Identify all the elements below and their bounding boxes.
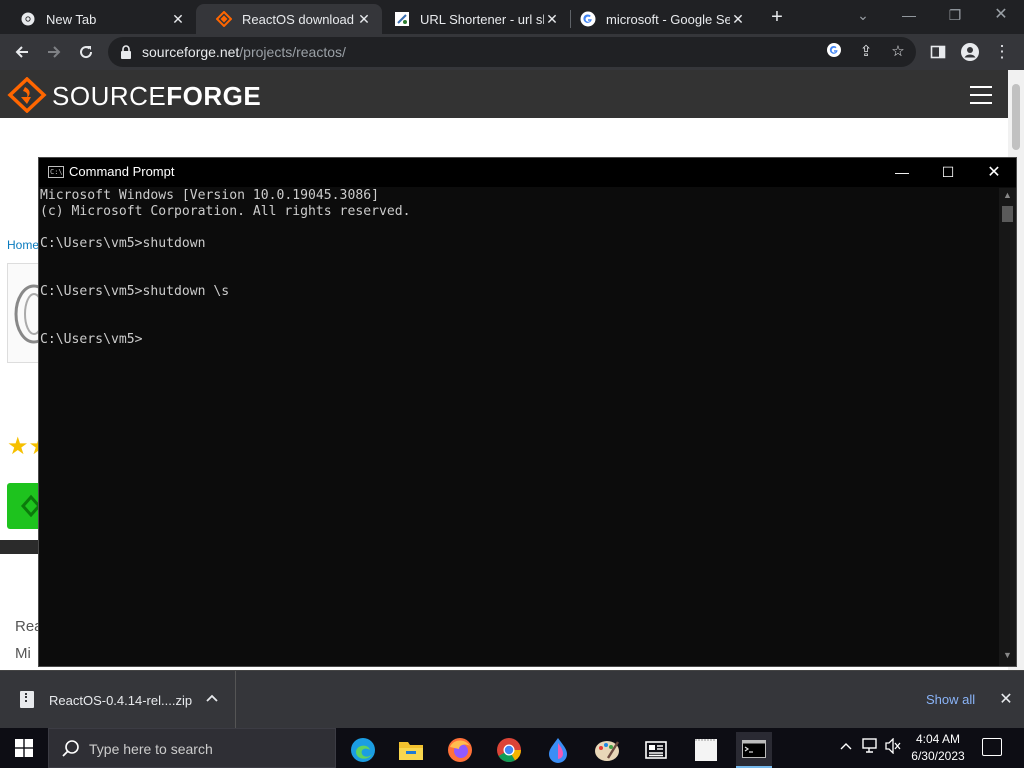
tab-new-tab[interactable]: New Tab ✕ — [0, 4, 196, 34]
show-hidden-icons-icon[interactable] — [840, 738, 852, 753]
url-host: sourceforge.net — [142, 44, 240, 60]
notepad-icon[interactable] — [688, 732, 724, 768]
clock-time: 4:04 AM — [915, 732, 961, 746]
page-text-fragment: Mi — [15, 645, 31, 662]
logo-part-forge: FORGE — [166, 81, 262, 111]
tab-google-search[interactable]: microsoft - Google Sea ✕ — [560, 4, 756, 34]
firefox-icon[interactable] — [442, 732, 478, 768]
tab-title: New Tab — [46, 11, 97, 27]
browser-tab-strip: New Tab ✕ ReactOS download | So ✕ URL Sh… — [0, 0, 1024, 34]
cmd-close-button[interactable]: ✕ — [971, 158, 1017, 187]
close-icon[interactable]: ✕ — [170, 11, 186, 28]
chevron-up-icon[interactable] — [202, 688, 222, 705]
close-window-button[interactable]: ✕ — [978, 0, 1024, 34]
google-lens-icon[interactable] — [824, 42, 844, 62]
page-dark-band — [0, 540, 40, 554]
lock-icon[interactable] — [120, 45, 132, 64]
download-item[interactable]: ReactOS-0.4.14-rel....zip — [0, 671, 236, 729]
volume-muted-icon[interactable] — [884, 737, 902, 757]
cmd-title-bar[interactable]: C:\ Command Prompt — ☐ ✕ — [39, 158, 1016, 187]
tab-url-shortener[interactable]: URL Shortener - url sho ✕ — [374, 4, 570, 34]
start-button[interactable] — [0, 728, 48, 768]
cmd-maximize-button[interactable]: ☐ — [925, 158, 971, 187]
edge-icon[interactable] — [345, 732, 381, 768]
chrome-icon — [20, 11, 36, 27]
sourceforge-logo[interactable]: SOURCEFORGE — [52, 81, 261, 112]
console-line: (c) Microsoft Corporation. All rights re… — [40, 204, 411, 219]
console-line: C:\Users\vm5>shutdown — [40, 236, 206, 251]
tab-title: URL Shortener - url sho — [420, 11, 544, 27]
cmd-minimize-button[interactable]: — — [879, 158, 925, 187]
close-icon[interactable]: ✕ — [356, 11, 372, 28]
logo-part-source: SOURCE — [52, 81, 167, 111]
windows-taskbar: Type here to search 4:04 AM 6/30/2023 — [0, 728, 1024, 768]
news-app-icon[interactable] — [638, 732, 674, 768]
system-clock[interactable]: 4:04 AM 6/30/2023 — [904, 731, 972, 765]
clock-date: 6/30/2023 — [911, 749, 965, 763]
bookmark-star-icon[interactable]: ☆ — [888, 42, 908, 62]
address-bar[interactable]: sourceforge.net/projects/reactos/ ⇪ ☆ — [108, 37, 916, 67]
close-icon[interactable]: ✕ — [544, 11, 560, 28]
search-placeholder: Type here to search — [89, 741, 213, 757]
chrome-taskbar-icon[interactable] — [491, 732, 527, 768]
scroll-up-arrow-icon[interactable]: ▲ — [999, 190, 1016, 200]
tab-reactos-download[interactable]: ReactOS download | So ✕ — [196, 4, 382, 34]
url-path: /projects/reactos/ — [239, 44, 346, 60]
reload-button[interactable] — [72, 38, 100, 66]
restore-button[interactable]: ❐ — [932, 0, 978, 34]
project-logo-image — [7, 263, 54, 363]
sourceforge-icon — [216, 11, 232, 27]
cmd-window-title: Command Prompt — [69, 164, 175, 179]
command-prompt-window[interactable]: C:\ Command Prompt — ☐ ✕ Microsoft Windo… — [38, 157, 1017, 667]
file-explorer-icon[interactable] — [393, 732, 429, 768]
taskbar-search-box[interactable]: Type here to search — [48, 728, 336, 768]
sourceforge-header: SOURCEFORGE — [0, 70, 1008, 118]
cmd-taskbar-icon[interactable] — [736, 732, 772, 768]
console-line: C:\Users\vm5>shutdown \s — [40, 284, 230, 299]
cmd-scrollbar[interactable]: ▲ ▼ — [999, 188, 1016, 666]
google-icon — [580, 11, 596, 27]
url-text[interactable]: sourceforge.net/projects/reactos/ — [142, 44, 346, 60]
url-shortener-icon — [394, 11, 410, 27]
cmd-app-icon: C:\ — [48, 166, 64, 178]
show-all-downloads-link[interactable]: Show all — [926, 692, 975, 707]
new-tab-button[interactable]: + — [765, 4, 789, 30]
close-icon[interactable]: ✕ — [730, 11, 746, 28]
paint3d-icon[interactable] — [540, 732, 576, 768]
back-button[interactable] — [8, 38, 36, 66]
forward-button[interactable] — [40, 38, 68, 66]
minimize-button[interactable]: — — [886, 0, 932, 34]
side-panel-icon[interactable] — [924, 38, 952, 66]
zip-file-icon — [20, 691, 34, 708]
breadcrumb-home-link[interactable]: Home — [7, 238, 39, 252]
cmd-console-output[interactable]: Microsoft Windows [Version 10.0.19045.30… — [40, 188, 998, 666]
tab-search-icon[interactable]: ⌄ — [840, 0, 886, 34]
screen: New Tab ✕ ReactOS download | So ✕ URL Sh… — [0, 0, 1024, 768]
cmd-scrollbar-thumb[interactable] — [1002, 206, 1013, 222]
download-file-name: ReactOS-0.4.14-rel....zip — [49, 693, 193, 708]
more-menu-icon[interactable]: ⋮ — [988, 38, 1016, 66]
share-icon[interactable]: ⇪ — [856, 42, 876, 62]
scroll-down-arrow-icon[interactable]: ▼ — [999, 650, 1016, 660]
network-icon[interactable] — [862, 738, 880, 757]
scrollbar-thumb[interactable] — [1012, 84, 1020, 150]
paint-icon[interactable] — [589, 732, 625, 768]
console-line: C:\Users\vm5> — [40, 332, 143, 347]
close-download-bar-icon[interactable]: ✕ — [996, 689, 1016, 709]
tab-title: ReactOS download | So — [242, 11, 356, 27]
sourceforge-logo-icon[interactable] — [7, 77, 47, 113]
browser-toolbar: sourceforge.net/projects/reactos/ ⇪ ☆ ⋮ — [0, 34, 1024, 70]
profile-avatar-icon[interactable] — [956, 38, 984, 66]
console-line: Microsoft Windows [Version 10.0.19045.30… — [40, 188, 379, 203]
hamburger-menu-icon[interactable] — [970, 86, 992, 110]
notification-center-icon[interactable] — [982, 738, 1002, 756]
search-icon — [61, 739, 81, 764]
download-bar: ReactOS-0.4.14-rel....zip Show all ✕ — [0, 670, 1024, 729]
tab-title: microsoft - Google Sea — [606, 11, 730, 27]
